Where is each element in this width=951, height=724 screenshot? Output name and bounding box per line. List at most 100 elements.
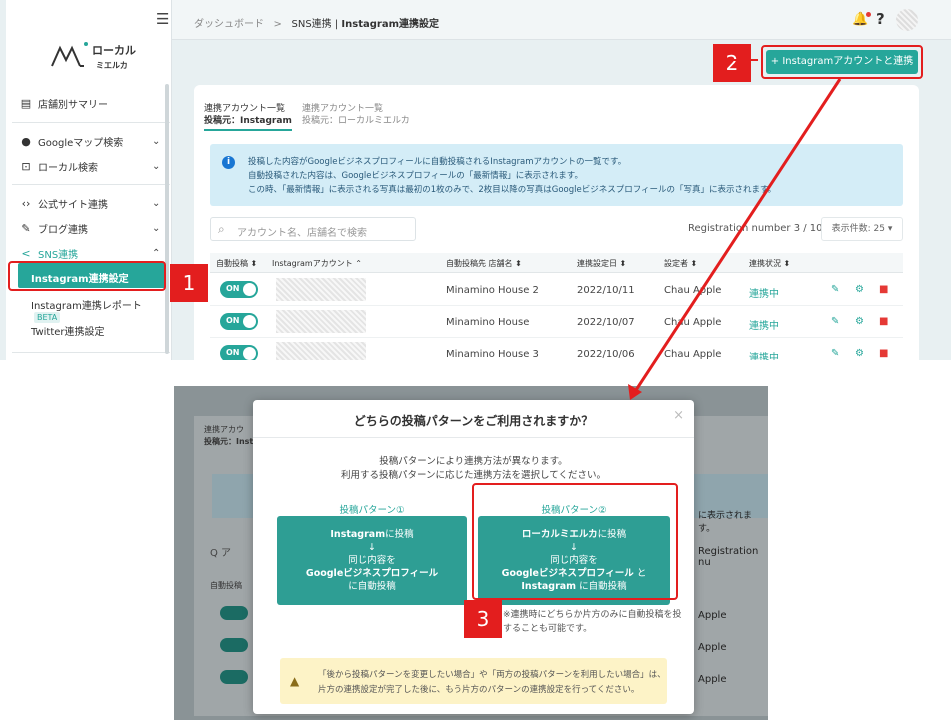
warning-banner: ▲ 「後から投稿パターンを変更したい場合」や「両方の投稿パターンを利用したい場合… (280, 658, 667, 704)
trash-icon[interactable]: ■ (879, 316, 888, 327)
sidebar-item-official-site[interactable]: ‹› 公式サイト連携 (20, 196, 108, 211)
bg-toggle (220, 606, 248, 620)
sidebar-item-summary[interactable]: ▤ 店舗別サマリー (20, 96, 108, 111)
tab-localmieruka-source[interactable]: 連携アカウント一覧 投稿元：ローカルミエルカ (302, 103, 410, 127)
sidebar-item-google-maps[interactable]: ● Googleマップ検索 (20, 134, 123, 149)
p1-line3-bold: Googleビジネスプロフィール (305, 568, 439, 579)
breadcrumb-divider: | (334, 19, 339, 30)
sidebar-item-blog[interactable]: ✎ ブログ連携 (20, 221, 88, 236)
breadcrumb-separator: > (273, 19, 282, 30)
share-icon: < (21, 247, 31, 260)
bg-info-tail: に表示されます。 (698, 511, 753, 534)
tab-subtitle: 投稿元：ローカルミエルカ (302, 116, 410, 126)
column-header-date[interactable]: 連携設定日 ⬍ (577, 258, 626, 269)
warning-text: 片方の連携設定が完了した後に、もう片方のパターンの連携設定を行ってください。 (318, 685, 640, 695)
instagram-account-blurred (276, 342, 366, 360)
trash-icon[interactable]: ■ (879, 284, 888, 295)
auto-post-toggle[interactable]: ON (220, 313, 258, 330)
registration-count: Registration number 3 / 10 (688, 223, 823, 234)
tab-instagram-source[interactable]: 連携アカウント一覧 投稿元：Instagram (204, 103, 292, 131)
logo-text-top: ローカル (92, 44, 136, 57)
sidebar-item-label: SNS連携 (38, 250, 79, 261)
toggle-label: ON (226, 284, 240, 293)
sidebar-scrollbar[interactable] (165, 84, 169, 354)
column-header-status[interactable]: 連携状況 ⬍ (749, 258, 790, 269)
per-page-select[interactable]: 表示件数: 25 ▾ (821, 217, 903, 241)
set-by: Chau Apple (664, 285, 722, 296)
bg-tab-subtitle: 投稿元：Insta (204, 437, 259, 446)
gear-icon[interactable]: ⚙ (855, 348, 864, 359)
edit-icon[interactable]: ✎ (831, 348, 839, 359)
highlight-box-3 (472, 483, 678, 600)
sidebar-item-twitter-settings[interactable]: Twitter連携設定 (31, 323, 105, 338)
auto-post-toggle[interactable]: ON (220, 281, 258, 298)
pattern-1-button[interactable]: Instagramに投稿 ↓ 同じ内容を Googleビジネスプロフィール に自… (277, 516, 467, 605)
breadcrumb: ダッシュボード > SNS連携 | Instagram連携設定 (194, 15, 439, 30)
pattern-1-label: 投稿パターン① (339, 505, 405, 516)
p1-line4: に自動投稿 (348, 581, 396, 592)
auto-post-toggle[interactable]: ON (220, 345, 258, 360)
sidebar-item-sns[interactable]: < SNS連携 (20, 246, 78, 261)
info-text: 投稿した内容がGoogleビジネスプロフィールに自動投稿されるInstagram… (248, 157, 627, 167)
column-header-auto-post[interactable]: 自動投稿 ⬍ (216, 258, 257, 269)
store-name: Minamino House (446, 317, 530, 328)
bg-registration: Registration nu (698, 546, 759, 568)
sidebar-item-instagram-report[interactable]: Instagram連携レポートBETA (31, 297, 171, 323)
beta-badge: BETA (34, 312, 61, 323)
account-list-card: 連携アカウント一覧 投稿元：Instagram 連携アカウント一覧 投稿元：ロー… (194, 85, 919, 360)
breadcrumb-dashboard[interactable]: ダッシュボード (194, 19, 264, 30)
column-header-user[interactable]: 設定者 ⬍ (664, 258, 697, 269)
divider (253, 437, 694, 438)
edit-icon[interactable]: ✎ (831, 316, 839, 327)
divider (12, 184, 170, 185)
sidebar-item-label: ブログ連携 (38, 225, 88, 236)
p1-line1: に投稿 (385, 529, 414, 540)
instagram-account-blurred (276, 310, 366, 333)
bg-column-header: 自動投稿 (210, 581, 242, 590)
menu-icon[interactable]: ☰ (156, 10, 169, 28)
pencil-icon: ✎ (21, 222, 31, 235)
search-placeholder: アカウント名、店舗名で検索 (237, 228, 367, 239)
trash-icon[interactable]: ■ (879, 348, 888, 359)
set-by: Chau Apple (664, 349, 722, 360)
bg-toggle (220, 638, 248, 652)
bg-user: Apple (698, 642, 727, 653)
avatar[interactable] (896, 9, 918, 31)
sidebar-item-label: ローカル検索 (38, 163, 98, 174)
bg-tab-title: 連携アカウ (204, 425, 244, 434)
sidebar-item-local-search[interactable]: ⊡ ローカル検索 (20, 159, 98, 174)
modal-description: 利用する投稿パターンに応じた連携方法を選択してください。 (341, 470, 606, 481)
chevron-down-icon[interactable]: ⌄ (152, 136, 160, 147)
sidebar-item-label: Instagram連携レポート (31, 301, 142, 312)
link-status: 連携中 (749, 353, 779, 360)
info-banner: i 投稿した内容がGoogleビジネスプロフィールに自動投稿されるInstagr… (210, 144, 903, 206)
search-input[interactable]: ⌕ アカウント名、店舗名で検索 (210, 217, 416, 241)
edit-icon[interactable]: ✎ (831, 284, 839, 295)
close-icon[interactable]: × (673, 408, 684, 423)
header: ダッシュボード > SNS連携 | Instagram連携設定 🔔 ? (172, 0, 951, 40)
chevron-down-icon[interactable]: ⌄ (152, 161, 160, 172)
modal-description: 投稿パターンにより連携方法が異なります。 (379, 456, 568, 467)
modal-note: することも可能です。 (503, 624, 593, 634)
help-icon[interactable]: ? (876, 10, 885, 28)
chevron-down-icon[interactable]: ⌄ (152, 223, 160, 234)
page-title: Instagram連携設定 (341, 19, 439, 30)
divider (12, 352, 170, 353)
column-header-instagram-account[interactable]: Instagramアカウント ⌃ (272, 258, 362, 269)
chevron-down-icon[interactable]: ⌄ (152, 198, 160, 209)
bg-toggle (220, 670, 248, 684)
bell-icon[interactable]: 🔔 (852, 12, 872, 27)
logo-text-bottom: ミエルカ (96, 61, 128, 70)
logo: ローカル ミエルカ (51, 42, 136, 70)
store-name: Minamino House 2 (446, 285, 539, 296)
tab-subtitle: 投稿元：Instagram (204, 116, 292, 126)
store-icon: ▤ (20, 97, 32, 110)
search-icon: ⌕ (218, 222, 225, 236)
divider (12, 122, 170, 123)
info-icon: i (222, 156, 235, 169)
toggle-label: ON (226, 348, 240, 357)
gear-icon[interactable]: ⚙ (855, 316, 864, 327)
column-header-store[interactable]: 自動投稿先 店舗名 ⬍ (446, 258, 522, 269)
gear-icon[interactable]: ⚙ (855, 284, 864, 295)
chevron-up-icon[interactable]: ⌃ (152, 248, 160, 259)
